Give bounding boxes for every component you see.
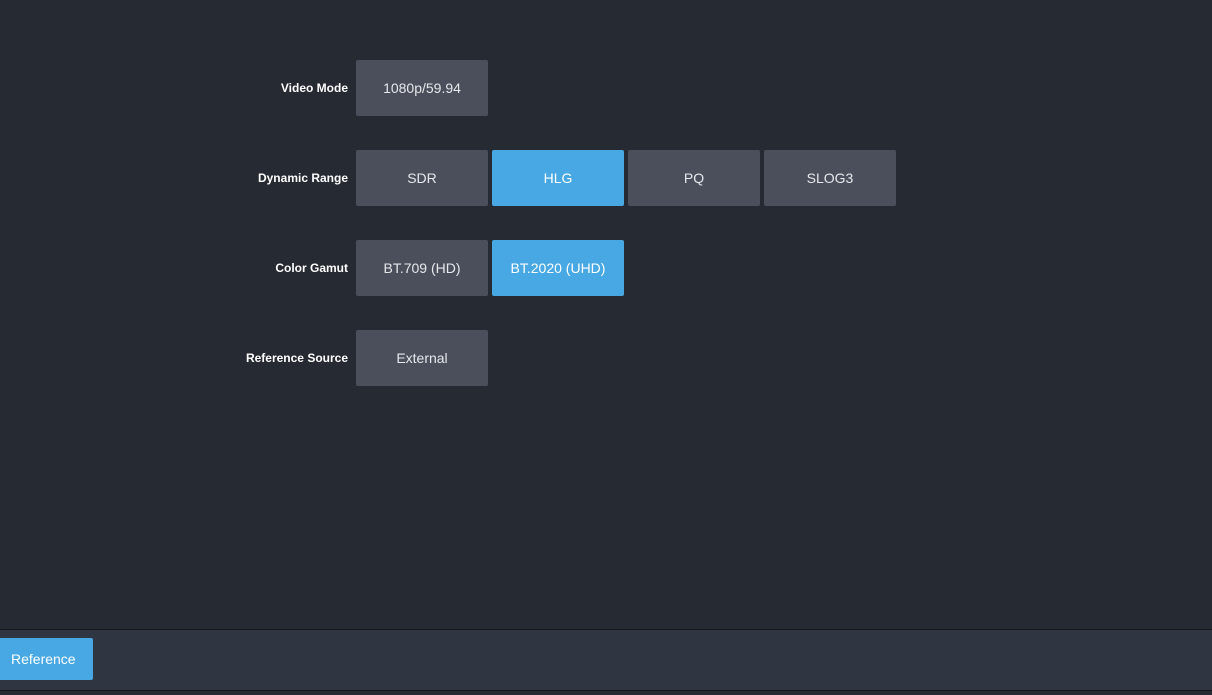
- color-gamut-bt709-button[interactable]: BT.709 (HD): [356, 240, 488, 296]
- dynamic-range-row: Dynamic Range SDR HLG PQ SLOG3: [0, 150, 1212, 206]
- color-gamut-label: Color Gamut: [275, 261, 348, 275]
- dynamic-range-slog3-button[interactable]: SLOG3: [764, 150, 896, 206]
- dynamic-range-hlg-button[interactable]: HLG: [492, 150, 624, 206]
- bottom-strip: [0, 691, 1212, 695]
- settings-panel: Video Mode 1080p/59.94 Dynamic Range SDR…: [0, 0, 1212, 629]
- dynamic-range-sdr-button[interactable]: SDR: [356, 150, 488, 206]
- dynamic-range-pq-button[interactable]: PQ: [628, 150, 760, 206]
- dynamic-range-label: Dynamic Range: [257, 171, 348, 185]
- reference-source-label: Reference Source: [245, 351, 348, 365]
- video-mode-label: Video Mode: [280, 81, 348, 95]
- color-gamut-row: Color Gamut BT.709 (HD) BT.2020 (UHD): [0, 240, 1212, 296]
- reference-source-external-button[interactable]: External: [356, 330, 488, 386]
- video-mode-1080p-button[interactable]: 1080p/59.94: [356, 60, 488, 116]
- video-mode-row: Video Mode 1080p/59.94: [0, 60, 1212, 116]
- reference-source-row: Reference Source External: [0, 330, 1212, 386]
- color-gamut-bt2020-button[interactable]: BT.2020 (UHD): [492, 240, 624, 296]
- tab-reference[interactable]: Reference: [0, 638, 93, 680]
- footer-tab-bar: Reference: [0, 629, 1212, 691]
